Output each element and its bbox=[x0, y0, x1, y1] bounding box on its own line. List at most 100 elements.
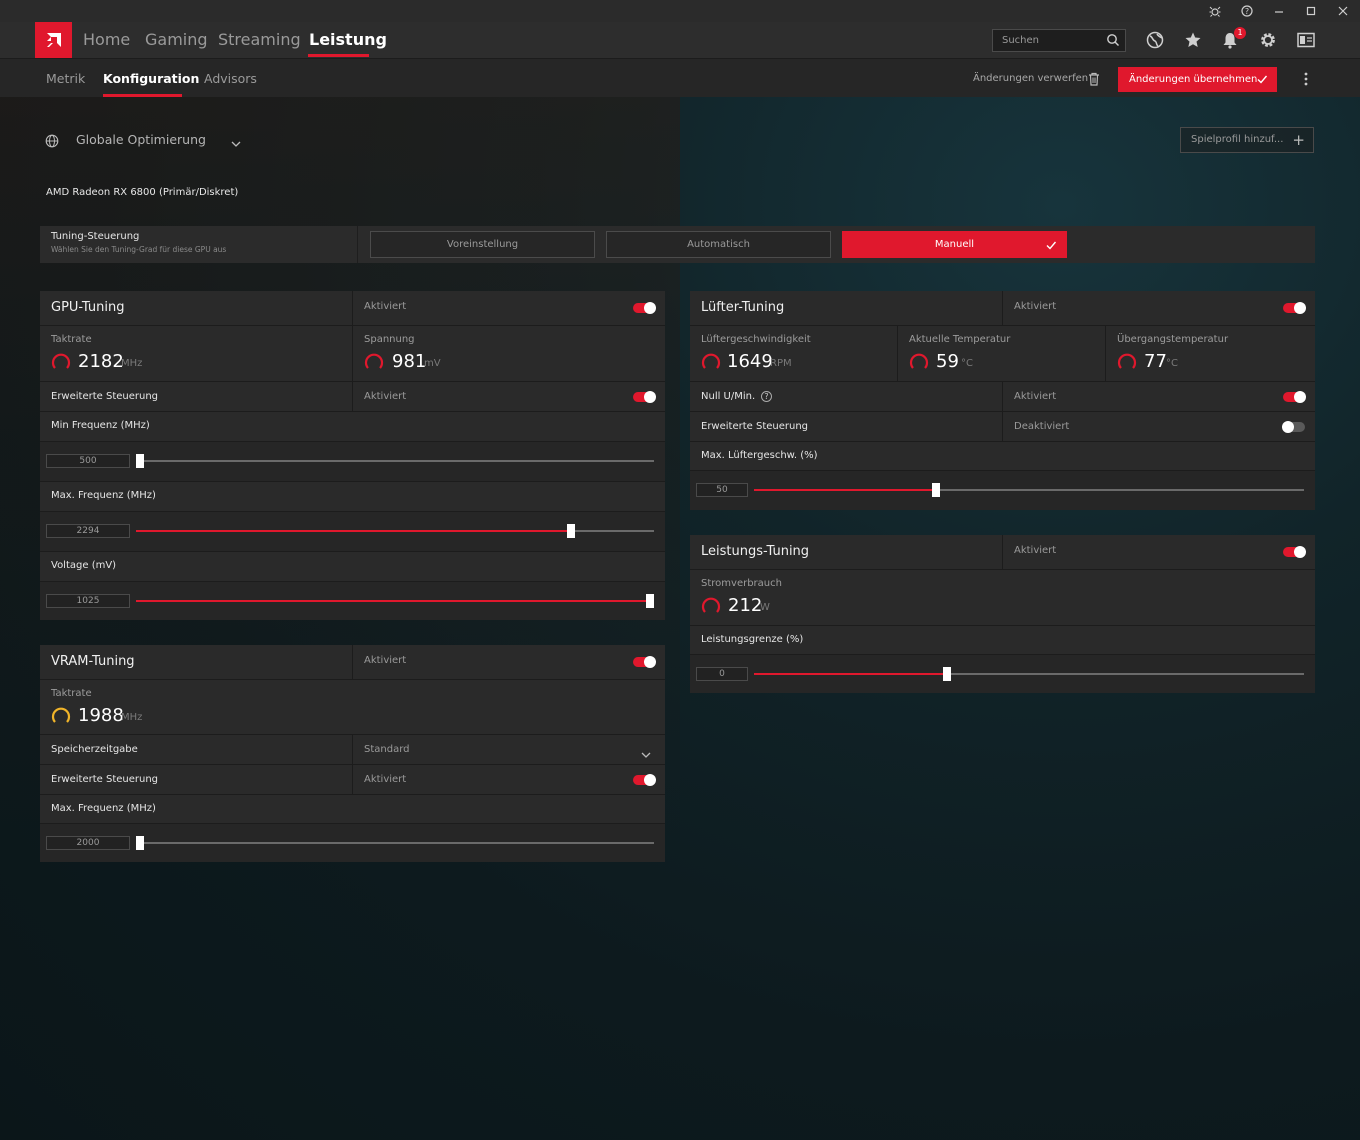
trash-icon[interactable] bbox=[1088, 71, 1100, 90]
vram-advanced-control-status: Aktiviert bbox=[364, 774, 407, 785]
checkmark-icon bbox=[1256, 73, 1268, 88]
amd-logo[interactable] bbox=[35, 22, 72, 58]
profile-selector[interactable]: Globale Optimierung bbox=[76, 132, 206, 147]
chevron-down-icon[interactable] bbox=[640, 745, 652, 764]
junction-temp-gauge-icon bbox=[1117, 353, 1137, 369]
current-temp-unit: °C bbox=[961, 358, 973, 369]
overlay-panel-icon[interactable] bbox=[1297, 31, 1315, 49]
tab-advisors[interactable]: Advisors bbox=[204, 71, 257, 86]
fan-tuning-toggle[interactable] bbox=[1283, 302, 1306, 314]
zero-rpm-label: Null U/Min. bbox=[701, 391, 756, 402]
gpu-tuning-panel: GPU-Tuning Aktiviert Taktrate 2182 MHz S… bbox=[40, 291, 665, 620]
vram-tuning-title: VRAM-Tuning bbox=[51, 654, 135, 669]
max-frequency-slider[interactable] bbox=[136, 524, 654, 538]
voltage-label: Voltage (mV) bbox=[51, 560, 117, 571]
power-tuning-title: Leistungs-Tuning bbox=[701, 544, 810, 559]
discard-changes-link[interactable]: Änderungen verwerfen bbox=[973, 73, 1088, 84]
fan-advanced-control-status: Deaktiviert bbox=[1014, 421, 1070, 432]
gpu-advanced-control-toggle[interactable] bbox=[633, 391, 656, 403]
gpu-advanced-control-label: Erweiterte Steuerung bbox=[51, 391, 159, 402]
junction-temp-unit: °C bbox=[1166, 358, 1178, 369]
nav-gaming[interactable]: Gaming bbox=[145, 30, 208, 49]
max-fan-speed-slider[interactable] bbox=[754, 483, 1304, 497]
mode-manual-button[interactable]: Manuell bbox=[842, 231, 1067, 258]
apply-changes-button[interactable]: Änderungen übernehmen bbox=[1118, 67, 1277, 92]
vram-max-frequency-slider-thumb[interactable] bbox=[136, 836, 144, 850]
star-icon[interactable] bbox=[1184, 31, 1202, 49]
power-limit-input[interactable]: 0 bbox=[696, 667, 748, 681]
voltage-slider-thumb[interactable] bbox=[646, 594, 654, 608]
max-fan-speed-label: Max. Lüftergeschw. (%) bbox=[701, 450, 818, 461]
settings-gear-icon[interactable] bbox=[1259, 31, 1277, 49]
power-limit-slider-row: 0 bbox=[690, 654, 1315, 693]
bug-report-icon[interactable] bbox=[1207, 3, 1223, 19]
current-temp-gauge-icon bbox=[909, 353, 929, 369]
vram-max-frequency-slider[interactable] bbox=[136, 836, 654, 850]
max-frequency-label: Max. Frequenz (MHz) bbox=[51, 490, 156, 501]
nav-streaming[interactable]: Streaming bbox=[218, 30, 301, 49]
tab-active-indicator bbox=[103, 94, 182, 97]
vram-max-frequency-label: Max. Frequenz (MHz) bbox=[51, 803, 156, 814]
fan-tuning-title: Lüfter-Tuning bbox=[701, 300, 785, 315]
min-frequency-slider-thumb[interactable] bbox=[136, 454, 144, 468]
memory-timing-select[interactable]: Standard bbox=[364, 744, 410, 755]
max-frequency-slider-thumb[interactable] bbox=[567, 524, 576, 538]
mode-automatic-button[interactable]: Automatisch bbox=[606, 231, 831, 258]
fan-advanced-control-toggle[interactable] bbox=[1282, 421, 1305, 433]
voltage-slider[interactable] bbox=[136, 594, 654, 608]
add-game-profile-label: Spielprofil hinzuf... bbox=[1191, 134, 1284, 145]
min-frequency-input[interactable]: 500 bbox=[46, 454, 130, 468]
max-frequency-slider-row: 2294 bbox=[40, 511, 665, 551]
power-draw-label: Stromverbrauch bbox=[701, 578, 782, 589]
mode-preset-button[interactable]: Voreinstellung bbox=[370, 231, 595, 258]
title-bar: ? bbox=[0, 0, 1360, 22]
vram-clock-value: 1988 bbox=[78, 705, 124, 726]
more-options-icon[interactable] bbox=[1303, 71, 1309, 90]
help-icon[interactable]: ? bbox=[761, 391, 772, 402]
gpu-tuning-toggle[interactable] bbox=[633, 302, 656, 314]
tab-metrik[interactable]: Metrik bbox=[46, 71, 85, 86]
max-frequency-input[interactable]: 2294 bbox=[46, 524, 130, 538]
fan-speed-label: Lüftergeschwindigkeit bbox=[701, 334, 811, 345]
help-icon[interactable]: ? bbox=[1239, 3, 1255, 19]
add-game-profile-button[interactable]: Spielprofil hinzuf... + bbox=[1180, 127, 1314, 153]
sub-header: Metrik Konfiguration Advisors Änderungen… bbox=[0, 58, 1360, 97]
max-fan-speed-input[interactable]: 50 bbox=[696, 483, 748, 497]
gpu-clock-value: 2182 bbox=[78, 351, 124, 372]
vram-tuning-toggle[interactable] bbox=[633, 656, 656, 668]
vram-tuning-panel: VRAM-Tuning Aktiviert Taktrate 1988 MHz … bbox=[40, 645, 665, 862]
tab-konfiguration[interactable]: Konfiguration bbox=[103, 71, 199, 86]
vram-max-frequency-input[interactable]: 2000 bbox=[46, 836, 130, 850]
chevron-down-icon[interactable] bbox=[230, 134, 242, 153]
globe-icon[interactable] bbox=[1146, 31, 1164, 49]
max-fan-speed-slider-thumb[interactable] bbox=[931, 483, 940, 497]
vram-clock-unit: MHz bbox=[121, 712, 143, 723]
junction-temp-value: 77 bbox=[1144, 351, 1167, 372]
power-tuning-status: Aktiviert bbox=[1014, 545, 1057, 556]
min-frequency-slider[interactable] bbox=[136, 454, 654, 468]
power-tuning-panel: Leistungs-Tuning Aktiviert Stromverbrauc… bbox=[690, 535, 1315, 693]
maximize-icon[interactable] bbox=[1303, 3, 1319, 19]
nav-leistung[interactable]: Leistung bbox=[309, 30, 387, 49]
power-limit-slider-thumb[interactable] bbox=[942, 667, 951, 681]
checkmark-icon bbox=[1045, 239, 1057, 254]
gpu-voltage-label: Spannung bbox=[364, 334, 415, 345]
power-limit-slider[interactable] bbox=[754, 667, 1304, 681]
minimize-icon[interactable] bbox=[1271, 3, 1287, 19]
zero-rpm-toggle[interactable] bbox=[1283, 391, 1306, 403]
gpu-voltage-value: 981 bbox=[392, 351, 427, 372]
nav-home[interactable]: Home bbox=[83, 30, 130, 49]
search-input[interactable]: Suchen bbox=[992, 29, 1126, 52]
current-temp-value: 59 bbox=[936, 351, 959, 372]
gpu-advanced-control-status: Aktiviert bbox=[364, 391, 407, 402]
voltage-slider-row: 1025 bbox=[40, 581, 665, 620]
power-tuning-toggle[interactable] bbox=[1283, 546, 1306, 558]
vram-advanced-control-label: Erweiterte Steuerung bbox=[51, 774, 159, 785]
search-icon[interactable] bbox=[1106, 33, 1120, 50]
vram-advanced-control-toggle[interactable] bbox=[633, 774, 656, 786]
gpu-tuning-status: Aktiviert bbox=[364, 301, 407, 312]
memory-timing-label: Speicherzeitgabe bbox=[51, 744, 138, 755]
voltage-input[interactable]: 1025 bbox=[46, 594, 130, 608]
svg-text:?: ? bbox=[1245, 7, 1249, 16]
close-icon[interactable] bbox=[1335, 3, 1351, 19]
